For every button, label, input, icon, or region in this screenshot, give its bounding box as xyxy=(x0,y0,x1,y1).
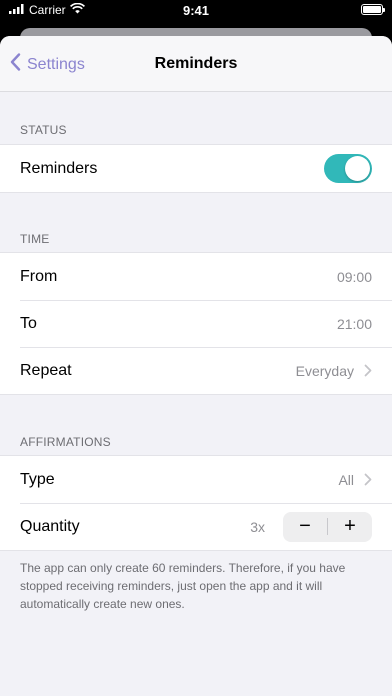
status-time: 9:41 xyxy=(182,3,210,18)
repeat-label: Repeat xyxy=(20,361,72,379)
modal-sheet: Settings Reminders STATUS Reminders TIME… xyxy=(0,36,392,696)
footer-note: The app can only create 60 reminders. Th… xyxy=(20,561,346,611)
battery-level xyxy=(363,6,381,13)
quantity-label: Quantity xyxy=(20,517,80,535)
to-value: 21:00 xyxy=(336,315,372,332)
section-header-time: TIME xyxy=(20,232,50,246)
section-header-affirmations: AFFIRMATIONS xyxy=(20,435,111,449)
from-row[interactable]: From 09:00 xyxy=(0,253,392,300)
page-title: Reminders xyxy=(154,55,238,72)
quantity-stepper: − + xyxy=(283,511,372,542)
status-right xyxy=(361,4,385,15)
decrement-button[interactable]: − xyxy=(283,512,327,542)
reminders-label: Reminders xyxy=(20,159,98,177)
chevron-right-icon xyxy=(364,364,372,377)
type-value: All xyxy=(338,471,354,488)
reminders-toggle[interactable] xyxy=(324,154,372,183)
increment-button[interactable]: + xyxy=(328,512,372,542)
from-value: 09:00 xyxy=(336,268,372,285)
battery-icon xyxy=(361,4,385,15)
to-row[interactable]: To 21:00 xyxy=(0,300,392,347)
affirmations-group: Type All Quantity 3x − + xyxy=(0,455,392,551)
time-group: From 09:00 To 21:00 Repeat Everyday xyxy=(0,252,392,395)
section-header-status: STATUS xyxy=(20,123,67,137)
to-label: To xyxy=(20,314,37,332)
type-label: Type xyxy=(20,470,55,488)
screen: Carrier 9:41 Settings Reminders STATUS R… xyxy=(0,0,392,696)
type-row[interactable]: Type All xyxy=(0,456,392,503)
quantity-value: 3x xyxy=(250,518,265,535)
reminders-row: Reminders xyxy=(0,145,392,192)
repeat-value: Everyday xyxy=(295,362,354,379)
chevron-right-icon xyxy=(364,473,372,486)
from-label: From xyxy=(20,267,58,285)
status-group: Reminders xyxy=(0,144,392,193)
quantity-row: Quantity 3x − + xyxy=(0,503,392,550)
repeat-row[interactable]: Repeat Everyday xyxy=(0,347,392,394)
status-bar: Carrier 9:41 xyxy=(0,0,392,22)
toggle-knob xyxy=(345,156,370,181)
navigation-bar: Settings Reminders xyxy=(0,36,392,92)
